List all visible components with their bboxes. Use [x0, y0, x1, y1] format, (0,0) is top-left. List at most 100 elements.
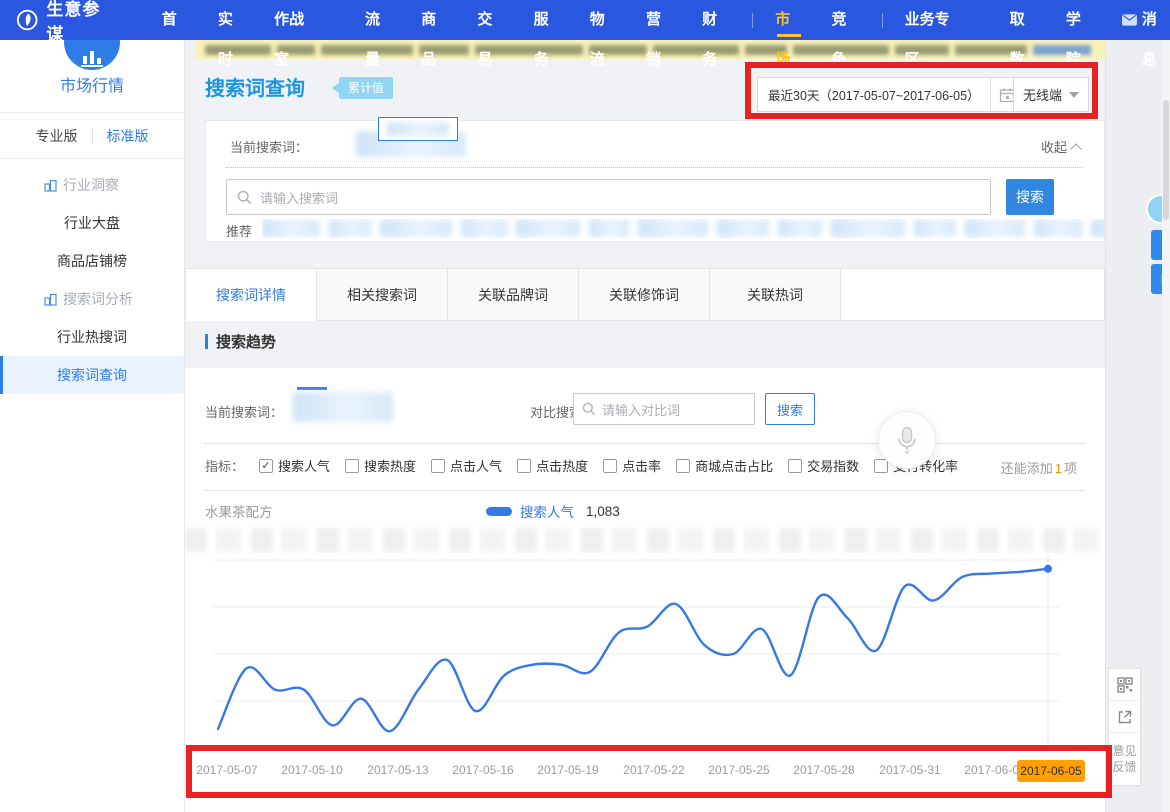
search-button[interactable]: 搜索 [1006, 179, 1054, 215]
feedback-button[interactable]: 意见反馈 [1109, 733, 1140, 785]
search-icon [237, 190, 252, 205]
metric-trade-index[interactable]: 交易指数 [788, 456, 859, 475]
nav-item-market[interactable]: 市场 [775, 0, 803, 40]
sidebar-group-industry-insight: 行业洞察 [0, 166, 184, 204]
qr-code-icon [1117, 677, 1133, 693]
divider [205, 443, 1085, 444]
nav-item-warroom[interactable]: 作战室 [274, 0, 316, 40]
checkbox[interactable] [788, 459, 802, 473]
current-keyword-label: 当前搜索词： [230, 137, 308, 156]
tab-standard-version[interactable]: 标准版 [107, 126, 149, 146]
checkbox[interactable] [517, 459, 531, 473]
chevron-up-icon [1070, 143, 1081, 154]
metric-search-popularity[interactable]: ✓ 搜索人气 [259, 456, 330, 475]
detail-tabs: 搜索词详情 相关搜索词 关联品牌词 关联修饰词 关联热词 [185, 268, 1105, 321]
checkbox[interactable] [345, 459, 359, 473]
nav-item-academy[interactable]: 学院 [1066, 0, 1094, 40]
current-keyword-label: 当前搜索词： [205, 402, 283, 421]
search-icon [582, 402, 596, 416]
scrollbar[interactable] [1162, 40, 1170, 812]
nav-divider [882, 13, 883, 28]
recommend-keywords-blurred [262, 219, 1104, 239]
metric-click-rate[interactable]: 点击率 [603, 456, 661, 475]
sidebar-group-label: 搜索词分析 [63, 280, 133, 318]
recommend-label: 推荐 [226, 221, 252, 240]
qr-code-button[interactable] [1109, 669, 1140, 701]
nav-item-home[interactable]: 首页 [162, 0, 190, 40]
sidebar-menu: 行业洞察 行业大盘 商品店铺榜 搜索词分析 行业热搜词 搜索词查询 [0, 166, 184, 394]
tab-keyword-detail[interactable]: 搜索词详情 [185, 268, 317, 321]
share-icon [1117, 709, 1133, 725]
sidebar-title: 市场行情 [0, 72, 184, 96]
tab-related-modifiers[interactable]: 关联修饰词 [578, 268, 710, 321]
tab-pro-version[interactable]: 专业版 [36, 126, 78, 146]
nav-divider [752, 13, 753, 28]
checkbox[interactable] [676, 459, 690, 473]
checkbox[interactable] [603, 459, 617, 473]
trend-line-chart[interactable] [185, 548, 1105, 758]
date-range-selector[interactable]: 最近30天（2017-05-07~2017-06-05） [757, 77, 1025, 112]
floating-toolbar: 意见反馈 [1108, 668, 1141, 786]
query-panel: 当前搜索词： 收起 请输入搜索词 搜索 推荐 [205, 120, 1105, 242]
add-more-hint: 还能添加1项 [1001, 458, 1077, 477]
voice-assistant-button[interactable] [878, 411, 936, 469]
checkbox[interactable] [431, 459, 445, 473]
legend-metric-value: 1,083 [586, 504, 620, 519]
metric-click-heat[interactable]: 点击热度 [517, 456, 588, 475]
logo[interactable]: 生意参谋 [16, 0, 114, 45]
envelope-icon [1122, 14, 1137, 26]
tab-related-keywords[interactable]: 相关搜索词 [316, 268, 448, 321]
legend-metric-name[interactable]: 搜索人气 [520, 501, 574, 521]
share-button[interactable] [1109, 701, 1140, 733]
nav-item-service[interactable]: 服务 [534, 0, 562, 40]
tabs-filler [841, 268, 1105, 321]
nav-item-data[interactable]: 取数 [1010, 0, 1038, 40]
nav-item-marketing[interactable]: 营销 [646, 0, 674, 40]
nav-item-logistics[interactable]: 物流 [590, 0, 618, 40]
sidebar-item-shop-ranking[interactable]: 商品店铺榜 [0, 242, 184, 280]
building-icon [44, 293, 57, 306]
sidebar-item-hot-keywords[interactable]: 行业热搜词 [0, 318, 184, 356]
compass-logo-icon [16, 8, 38, 32]
nav-item-compete[interactable]: 竞争 [831, 0, 859, 40]
keyword-tag-blurred [378, 117, 458, 141]
divider [226, 167, 1084, 168]
sidebar: 市场行情 专业版 标准版 行业洞察 行业大盘 商品店铺榜 [0, 40, 185, 812]
sidebar-item-keyword-query[interactable]: 搜索词查询 [0, 356, 184, 394]
metric-click-popularity[interactable]: 点击人气 [431, 456, 502, 475]
sidebar-group-keyword-analysis: 搜索词分析 [0, 280, 184, 318]
nav-item-finance[interactable]: 财务 [702, 0, 730, 40]
checkbox-checked[interactable]: ✓ [259, 459, 273, 473]
current-keyword-blurred [293, 392, 393, 422]
series-search-popularity [218, 569, 1048, 732]
highlighted-date-tooltip: 2017-06-05 [1017, 760, 1085, 782]
nav-item-traffic[interactable]: 流量 [365, 0, 393, 40]
collapse-toggle[interactable]: 收起 [1041, 137, 1080, 156]
version-tabs: 专业版 标准版 [0, 126, 184, 146]
scrollbar-thumb[interactable] [1163, 100, 1169, 220]
terminal-dropdown[interactable]: 无线端 [1013, 77, 1089, 112]
legend-line-marker [486, 507, 512, 516]
x-tick: 2017-05-19 [518, 763, 618, 777]
tab-related-brands[interactable]: 关联品牌词 [447, 268, 579, 321]
metric-search-heat[interactable]: 搜索热度 [345, 456, 416, 475]
nav-item-goods[interactable]: 商品 [421, 0, 449, 40]
date-range-text: 最近30天（2017-05-07~2017-06-05） [758, 85, 990, 104]
metrics-row: 指标： ✓ 搜索人气 搜索热度 点击人气 点击热度 点击率 商城点击占比 [205, 456, 958, 475]
nav-item-trade[interactable]: 交易 [477, 0, 505, 40]
nav-item-realtime[interactable]: 实时 [218, 0, 246, 40]
compare-search-button[interactable]: 搜索 [765, 393, 815, 425]
compare-placeholder: 请输入对比词 [602, 400, 680, 419]
compare-input[interactable]: 请输入对比词 [573, 393, 755, 425]
keyword-search-input[interactable]: 请输入搜索词 [226, 179, 991, 215]
nav-item-message-label: 消息 [1142, 0, 1170, 40]
nav-item-bizzone[interactable]: 业务专区 [905, 0, 961, 40]
top-navbar: 生意参谋 首页 实时 作战室 流量 商品 交易 服务 物流 营销 财务 市场 竞… [0, 0, 1170, 40]
section-accent-bar [205, 334, 208, 349]
sidebar-item-industry-board[interactable]: 行业大盘 [0, 204, 184, 242]
terminal-value: 无线端 [1023, 85, 1062, 104]
nav-item-message[interactable]: 消息 [1122, 0, 1170, 40]
tab-related-hotwords[interactable]: 关联热词 [709, 268, 841, 321]
keyword-underline-accent [297, 387, 327, 390]
metric-mall-click-share[interactable]: 商城点击占比 [676, 456, 773, 475]
